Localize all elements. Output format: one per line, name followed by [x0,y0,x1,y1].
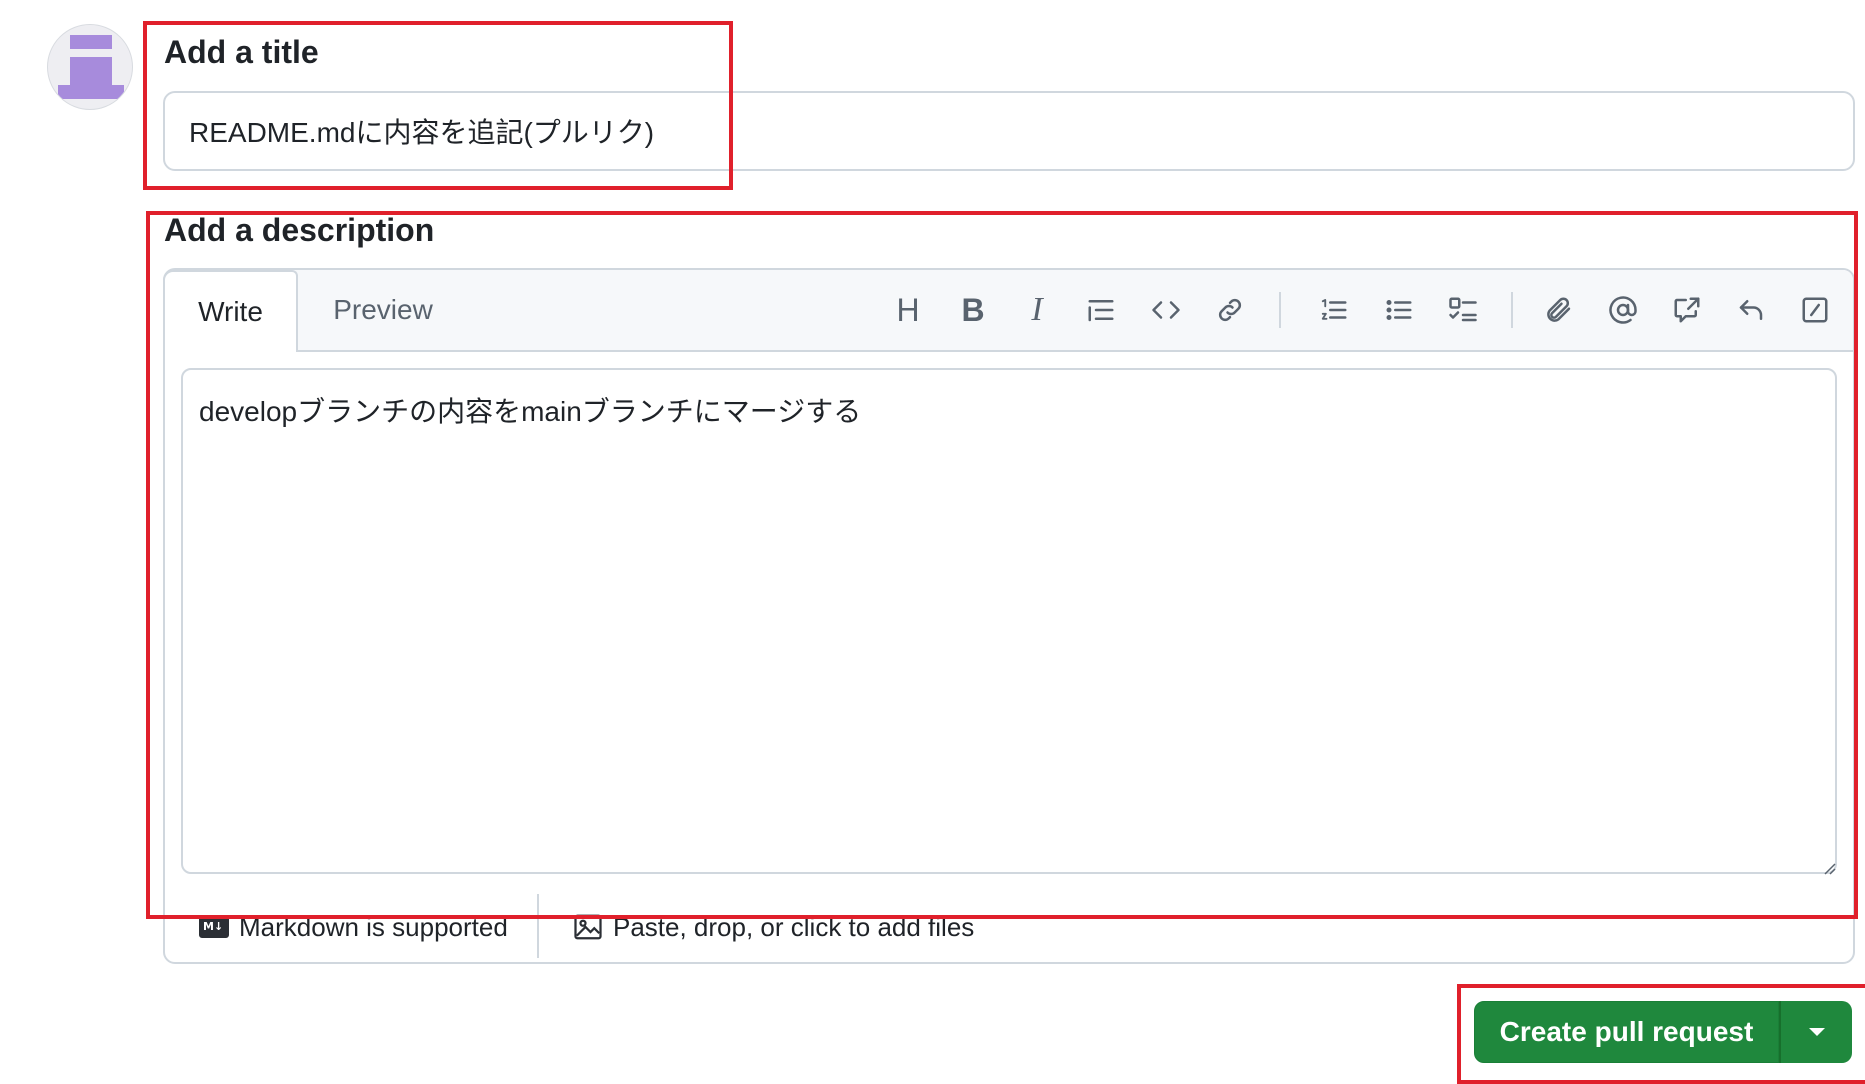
add-files[interactable]: Paste, drop, or click to add files [573,890,974,964]
title-input[interactable]: README.mdに内容を追記(プルリク) [163,91,1855,171]
code-icon[interactable] [1144,288,1188,332]
resize-handle-icon[interactable] [1821,860,1837,876]
markdown-supported[interactable]: M↓ Markdown is supported [199,890,508,964]
cross-reference-icon[interactable] [1665,288,1709,332]
quote-icon[interactable] [1079,288,1123,332]
task-list-icon[interactable] [1441,288,1485,332]
mention-icon[interactable] [1601,288,1645,332]
tab-write[interactable]: Write [163,270,298,352]
caret-down-icon [1808,1028,1825,1036]
markdown-toolbar: H B I [165,270,1853,350]
editor-header: Write Preview H B I [163,270,1853,352]
create-pull-request-button[interactable]: Create pull request [1474,1001,1779,1063]
paperclip-icon[interactable] [1537,288,1581,332]
bold-icon[interactable]: B [951,288,995,332]
unordered-list-icon[interactable] [1377,288,1421,332]
reply-icon[interactable] [1729,288,1773,332]
create-pr-dropdown-button[interactable] [1779,1001,1852,1063]
slash-command-icon[interactable] [1793,288,1837,332]
heading-icon[interactable]: H [886,288,930,332]
description-heading: Add a description [164,212,435,248]
link-icon[interactable] [1208,288,1252,332]
numbered-list-icon[interactable] [1312,288,1356,332]
markdown-icon: M↓ [199,916,229,938]
description-editor: Write Preview H B I developブランチの内容をmainブ… [163,268,1855,964]
italic-icon[interactable]: I [1015,288,1059,332]
description-textarea[interactable]: developブランチの内容をmainブランチにマージする [181,368,1837,874]
create-pr-button-group: Create pull request [1474,1001,1852,1063]
avatar[interactable] [47,24,133,110]
title-heading: Add a title [164,34,319,70]
image-icon [574,914,602,940]
editor-footer: M↓ Markdown is supported Paste, drop, or… [165,890,1853,964]
